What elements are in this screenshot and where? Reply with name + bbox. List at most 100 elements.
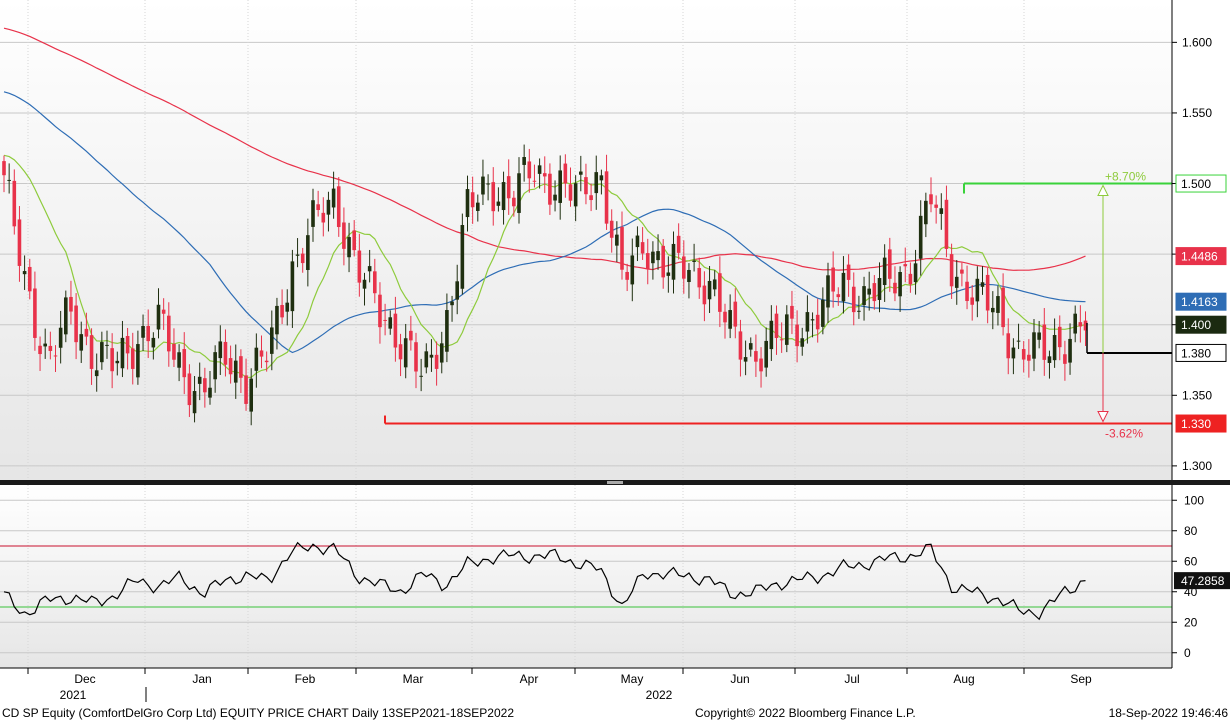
candle-body [100, 342, 104, 363]
candle-body [69, 296, 73, 312]
candle-body [295, 254, 300, 256]
candle-body [1011, 347, 1016, 359]
price-tag-label: 1.380 [1181, 346, 1211, 360]
candle-body [795, 324, 799, 347]
candle-body [167, 315, 171, 352]
candle-body [1016, 340, 1021, 342]
rsi-tick-label: 0 [1184, 646, 1191, 660]
rsi-panel-background [0, 485, 1172, 668]
candle-body [759, 358, 763, 372]
candle-body [1021, 349, 1026, 360]
candle-body [141, 326, 145, 338]
candle-body [656, 251, 660, 261]
candle-body [223, 341, 228, 365]
candle-body [846, 264, 851, 280]
candle-body [944, 199, 949, 249]
candle-body [640, 242, 645, 254]
candle-body [563, 163, 568, 184]
candle-body [651, 251, 655, 264]
candle-body [851, 286, 856, 313]
candle-body [872, 283, 877, 302]
candle-body [383, 319, 387, 321]
candle-body [908, 273, 913, 285]
candle-body [249, 378, 253, 412]
downside-percent-label: -3.62% [1105, 427, 1143, 441]
candle-body [290, 261, 295, 312]
candle-body [48, 345, 53, 351]
candle-body [1042, 324, 1047, 360]
candle-body [707, 280, 712, 300]
candle-body [156, 304, 161, 330]
candle-body [769, 320, 774, 350]
candle-body [470, 192, 475, 208]
candle-body [259, 350, 264, 357]
rsi-value-tag-label: 47.2858 [1181, 574, 1225, 588]
candle-body [517, 173, 521, 213]
candle-body [893, 282, 897, 294]
candle-body [244, 375, 248, 404]
candle-body [924, 200, 928, 225]
candle-body [1037, 332, 1041, 340]
candle-body [110, 348, 114, 372]
price-panel-background [0, 0, 1172, 480]
candle-body [774, 313, 779, 339]
candle-body [161, 309, 166, 314]
candle-body [1078, 322, 1083, 327]
footer-timestamp: 18-Sep-2022 19:46:46 [1109, 706, 1229, 720]
candle-body [120, 337, 125, 369]
candle-body [105, 344, 109, 346]
candle-body [785, 314, 789, 345]
candle-body [522, 157, 526, 165]
candle-body [378, 294, 382, 328]
candle-body [954, 276, 959, 288]
candle-body [888, 249, 892, 279]
divider-grip[interactable] [607, 481, 623, 484]
candle-body [826, 275, 830, 308]
x-month-label: Sep [1070, 672, 1092, 686]
x-month-label: Feb [295, 672, 316, 686]
candle-body [949, 254, 954, 287]
candle-body [481, 176, 485, 195]
candle-body [661, 245, 665, 278]
candle-body [615, 234, 619, 246]
rsi-tick-label: 60 [1184, 554, 1198, 568]
candle-body [455, 281, 459, 300]
candle-body [491, 182, 496, 212]
price-tag-label: 1.400 [1181, 318, 1211, 332]
candle-body [362, 279, 367, 289]
candle-body [79, 334, 84, 351]
candle-body [1057, 326, 1062, 348]
candle-body [779, 339, 784, 341]
candle-body [1052, 335, 1057, 361]
candle-body [445, 310, 449, 352]
candle-body [1027, 354, 1031, 361]
candle-body [800, 338, 805, 347]
candle-body [460, 225, 465, 289]
candle-body [409, 330, 413, 341]
candle-body [218, 341, 223, 359]
x-month-label: Apr [520, 672, 539, 686]
candle-body [316, 204, 320, 211]
price-tag-label: 1.4486 [1181, 250, 1218, 264]
candle-body [403, 338, 408, 368]
candle-body [22, 271, 27, 275]
candle-body [934, 204, 938, 208]
candle-body [682, 256, 686, 279]
candle-body [604, 171, 609, 224]
candle-body [929, 194, 933, 205]
candle-body [939, 208, 944, 214]
candle-body [903, 264, 908, 267]
candle-body [187, 373, 192, 406]
upside-percent-label: +8.70% [1105, 170, 1146, 184]
candle-body [1073, 313, 1077, 334]
candle-body [687, 269, 691, 283]
candle-body [754, 351, 758, 362]
candle-body [599, 175, 604, 181]
candle-body [192, 391, 197, 414]
candle-body [692, 260, 696, 262]
candle-body [429, 354, 434, 358]
candle-body [620, 227, 624, 270]
candle-body [960, 269, 964, 274]
price-tag-label: 1.330 [1181, 417, 1211, 431]
candle-body [130, 348, 135, 369]
